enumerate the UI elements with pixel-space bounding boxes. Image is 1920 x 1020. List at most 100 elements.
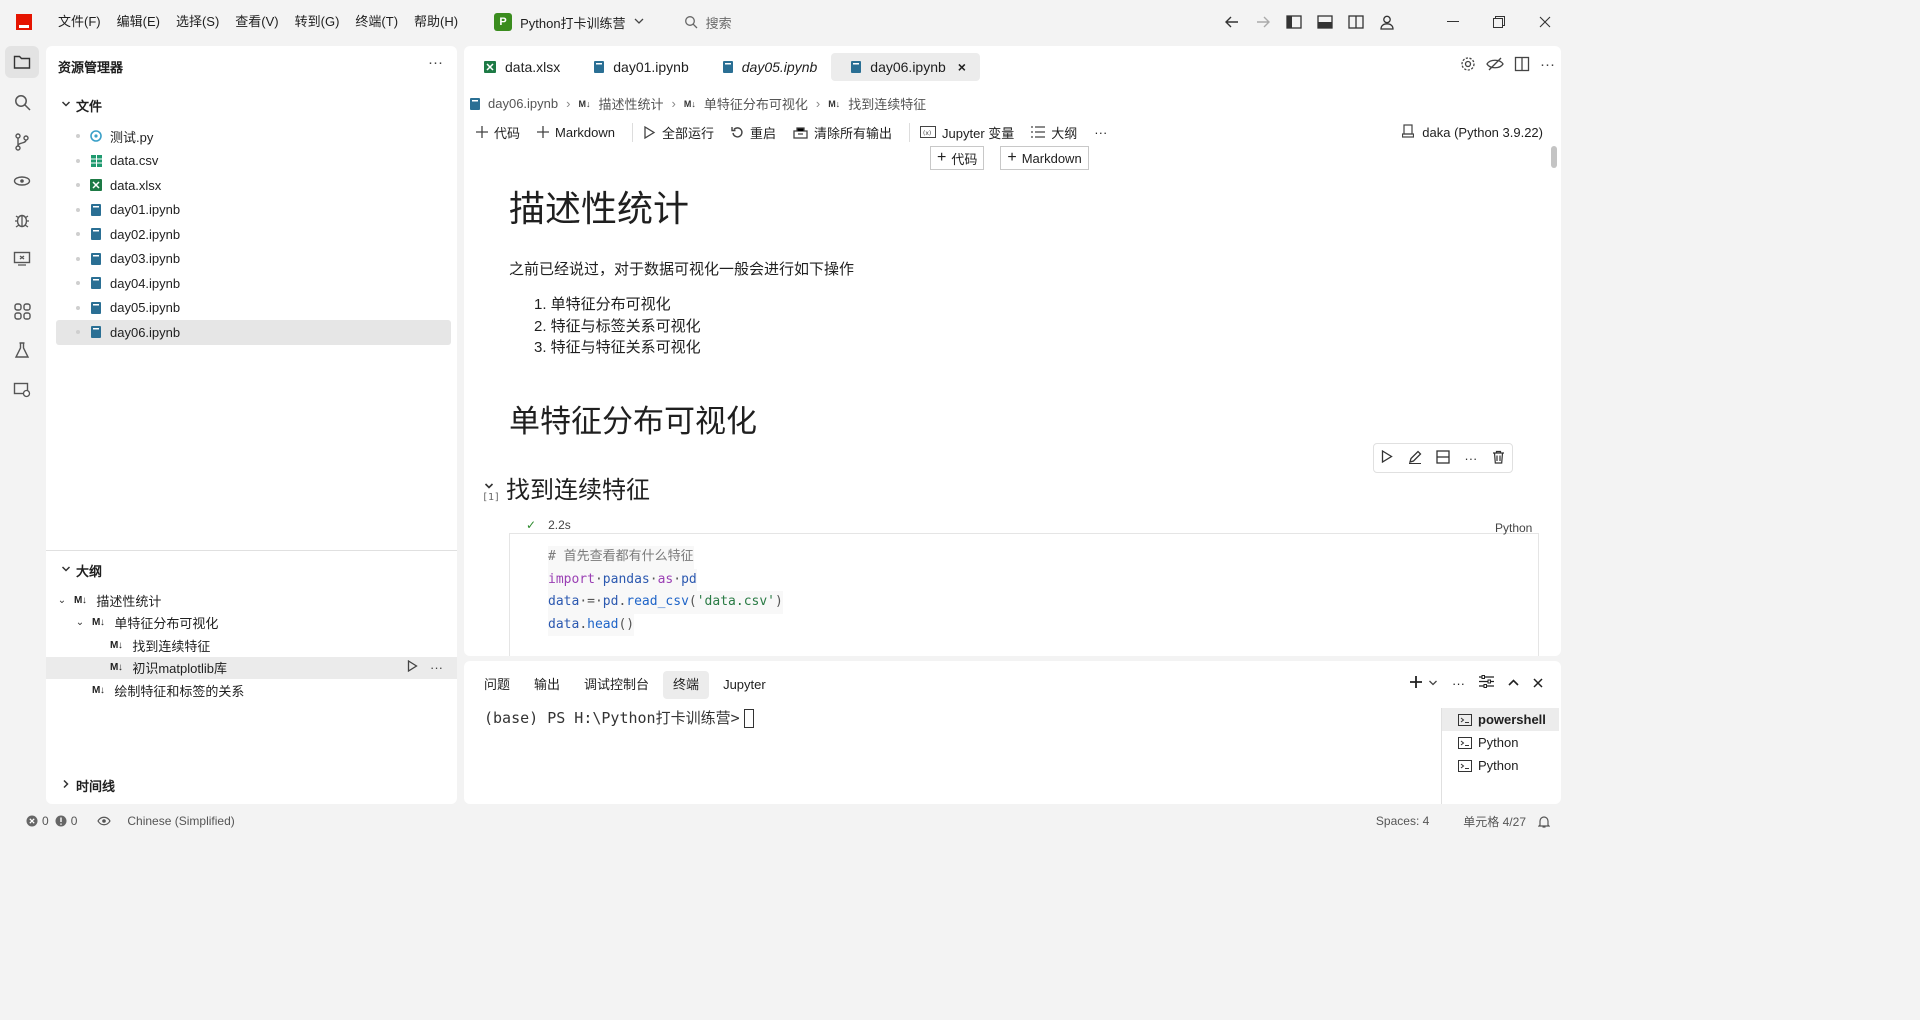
- close-tab-icon[interactable]: ×: [958, 59, 966, 75]
- breadcrumb-item[interactable]: 单特征分布可视化: [704, 94, 808, 113]
- breadcrumb-item[interactable]: 描述性统计: [598, 94, 663, 113]
- toggle-panel-icon[interactable]: [1309, 7, 1340, 37]
- tab-day06[interactable]: day06.ipynb ×: [831, 53, 980, 81]
- tab-terminal[interactable]: 终端: [663, 671, 710, 699]
- gear-icon[interactable]: [1460, 56, 1476, 75]
- run-cell-icon[interactable]: [1381, 449, 1393, 466]
- tab-day05[interactable]: day05.ipynb: [703, 53, 832, 81]
- breadcrumb-item[interactable]: 找到连续特征: [848, 94, 926, 113]
- eye-icon[interactable]: [97, 816, 112, 826]
- timeline-section-header[interactable]: 时间线: [56, 774, 115, 796]
- insert-markdown-button[interactable]: + Markdown: [1000, 146, 1089, 170]
- edit-pencil-icon[interactable]: [1408, 450, 1422, 467]
- outline-item[interactable]: ⌄ M↓ 单特征分布可视化: [46, 612, 457, 635]
- back-arrow-icon[interactable]: [1216, 7, 1247, 37]
- menu-help[interactable]: 帮助(H): [406, 9, 466, 35]
- extensions-icon[interactable]: [0, 292, 44, 331]
- jupyter-variables-button[interactable]: (x) Jupyter 变量: [909, 122, 1014, 142]
- markdown-list[interactable]: 1. 单特征分布可视化 2. 特征与标签关系可视化 3. 特征与特征关系可视化: [534, 294, 701, 359]
- close-window-icon[interactable]: [1522, 0, 1568, 44]
- outline-item[interactable]: ⌄ M↓ 描述性统计: [46, 589, 457, 612]
- markdown-paragraph[interactable]: 之前已经说过，对于数据可视化一般会进行如下操作: [509, 258, 854, 279]
- spellcheck-language[interactable]: Chinese (Simplified): [127, 814, 234, 828]
- trash-icon[interactable]: [1492, 450, 1505, 467]
- tab-day01[interactable]: day01.ipynb: [574, 53, 703, 81]
- file-item-selected[interactable]: day06.ipynb: [56, 320, 451, 345]
- menu-go[interactable]: 转到(G): [287, 9, 348, 35]
- outline-button[interactable]: 大纲: [1031, 123, 1077, 142]
- tab-data-xlsx[interactable]: data.xlsx: [464, 53, 574, 81]
- file-item[interactable]: day01.ipynb: [56, 198, 451, 223]
- markdown-heading-3[interactable]: 找到连续特征: [506, 470, 650, 505]
- insert-code-button[interactable]: + 代码: [930, 146, 985, 170]
- terminal-item[interactable]: Python: [1442, 754, 1559, 777]
- menu-selection[interactable]: 选择(S): [168, 9, 227, 35]
- toggle-secondary-sidebar-icon[interactable]: [1340, 7, 1371, 37]
- restart-button[interactable]: 重启: [731, 123, 776, 142]
- scrollbar-thumb[interactable]: [1551, 146, 1557, 168]
- file-item[interactable]: day03.ipynb: [56, 247, 451, 272]
- tab-output[interactable]: 输出: [524, 671, 570, 699]
- toggle-primary-sidebar-icon[interactable]: [1278, 7, 1309, 37]
- menu-view[interactable]: 查看(V): [227, 9, 286, 35]
- chevron-up-icon[interactable]: [1508, 676, 1519, 691]
- file-item[interactable]: data.csv: [56, 149, 451, 174]
- problems-indicator[interactable]: 0 0: [26, 814, 77, 828]
- source-control-icon[interactable]: [0, 122, 44, 161]
- eye-closed-icon[interactable]: [1486, 56, 1504, 75]
- panel-layout-icon[interactable]: [1479, 675, 1494, 691]
- remote-terminal-icon[interactable]: [0, 239, 44, 278]
- debug-icon[interactable]: [0, 200, 44, 239]
- menu-edit[interactable]: 编辑(E): [109, 9, 168, 35]
- files-section-header[interactable]: 文件: [56, 94, 451, 116]
- terminal-item[interactable]: Python: [1442, 731, 1559, 754]
- breadcrumb-item[interactable]: day06.ipynb: [488, 96, 558, 111]
- search-box[interactable]: 搜索: [684, 13, 732, 32]
- project-selector[interactable]: P Python打卡训练营: [488, 9, 649, 35]
- explorer-icon[interactable]: [5, 46, 39, 78]
- testing-flask-icon[interactable]: [0, 331, 44, 370]
- terminal-output[interactable]: (base) PS H:\Python打卡训练营>: [484, 707, 754, 728]
- menu-file[interactable]: 文件(F): [50, 9, 109, 35]
- split-cell-icon[interactable]: [1436, 449, 1450, 467]
- restore-icon[interactable]: [1476, 0, 1522, 44]
- more-actions-icon[interactable]: ···: [428, 54, 443, 71]
- kernel-picker[interactable]: daka (Python 3.9.22): [1402, 123, 1543, 141]
- notifications-bell-icon[interactable]: [1538, 815, 1550, 828]
- clear-outputs-button[interactable]: 清除所有输出: [793, 123, 892, 142]
- forward-arrow-icon[interactable]: [1247, 7, 1278, 37]
- add-code-cell-button[interactable]: 代码: [476, 123, 520, 142]
- more-actions-icon[interactable]: ···: [1464, 451, 1477, 466]
- markdown-heading-2[interactable]: 单特征分布可视化: [509, 396, 757, 441]
- outline-section-header[interactable]: 大纲: [46, 559, 457, 581]
- terminal-item[interactable]: powershell: [1442, 708, 1559, 731]
- split-editor-icon[interactable]: [1514, 56, 1530, 75]
- markdown-heading-1[interactable]: 描述性统计: [509, 180, 689, 232]
- remote-explorer-icon[interactable]: [0, 161, 44, 200]
- more-actions-icon[interactable]: ···: [430, 660, 443, 675]
- more-actions-icon[interactable]: ···: [1540, 56, 1555, 75]
- tab-jupyter[interactable]: Jupyter: [713, 671, 776, 699]
- chevron-down-icon[interactable]: [1428, 676, 1438, 691]
- search-icon[interactable]: [0, 83, 44, 122]
- minimize-icon[interactable]: [1430, 0, 1476, 44]
- run-all-button[interactable]: 全部运行: [631, 122, 714, 142]
- file-item[interactable]: day04.ipynb: [56, 271, 451, 296]
- new-terminal-plus-icon[interactable]: [1410, 675, 1422, 691]
- outline-item[interactable]: M↓ 找到连续特征: [46, 634, 457, 657]
- file-item[interactable]: 测试.py: [56, 124, 451, 149]
- tab-debug-console[interactable]: 调试控制台: [574, 671, 659, 699]
- menu-terminal[interactable]: 终端(T): [347, 9, 406, 35]
- cell-position-status[interactable]: 单元格 4/27: [1463, 813, 1526, 830]
- more-actions-icon[interactable]: ···: [1094, 125, 1107, 140]
- close-panel-icon[interactable]: [1533, 676, 1543, 691]
- remote-window-icon[interactable]: [0, 370, 44, 409]
- run-cell-icon[interactable]: [407, 660, 418, 675]
- code-editor[interactable]: # 首先查看都有什么特征 import·pandas·as·pd data·=·…: [548, 546, 783, 637]
- file-item[interactable]: data.xlsx: [56, 173, 451, 198]
- outline-item-highlighted[interactable]: M↓ 初识matplotlib库 ···: [46, 656, 457, 679]
- indentation-status[interactable]: Spaces: 4: [1376, 814, 1429, 828]
- file-item[interactable]: day05.ipynb: [56, 296, 451, 321]
- outline-item[interactable]: M↓ 绘制特征和标签的关系: [46, 679, 457, 702]
- tab-problems[interactable]: 问题: [474, 671, 520, 699]
